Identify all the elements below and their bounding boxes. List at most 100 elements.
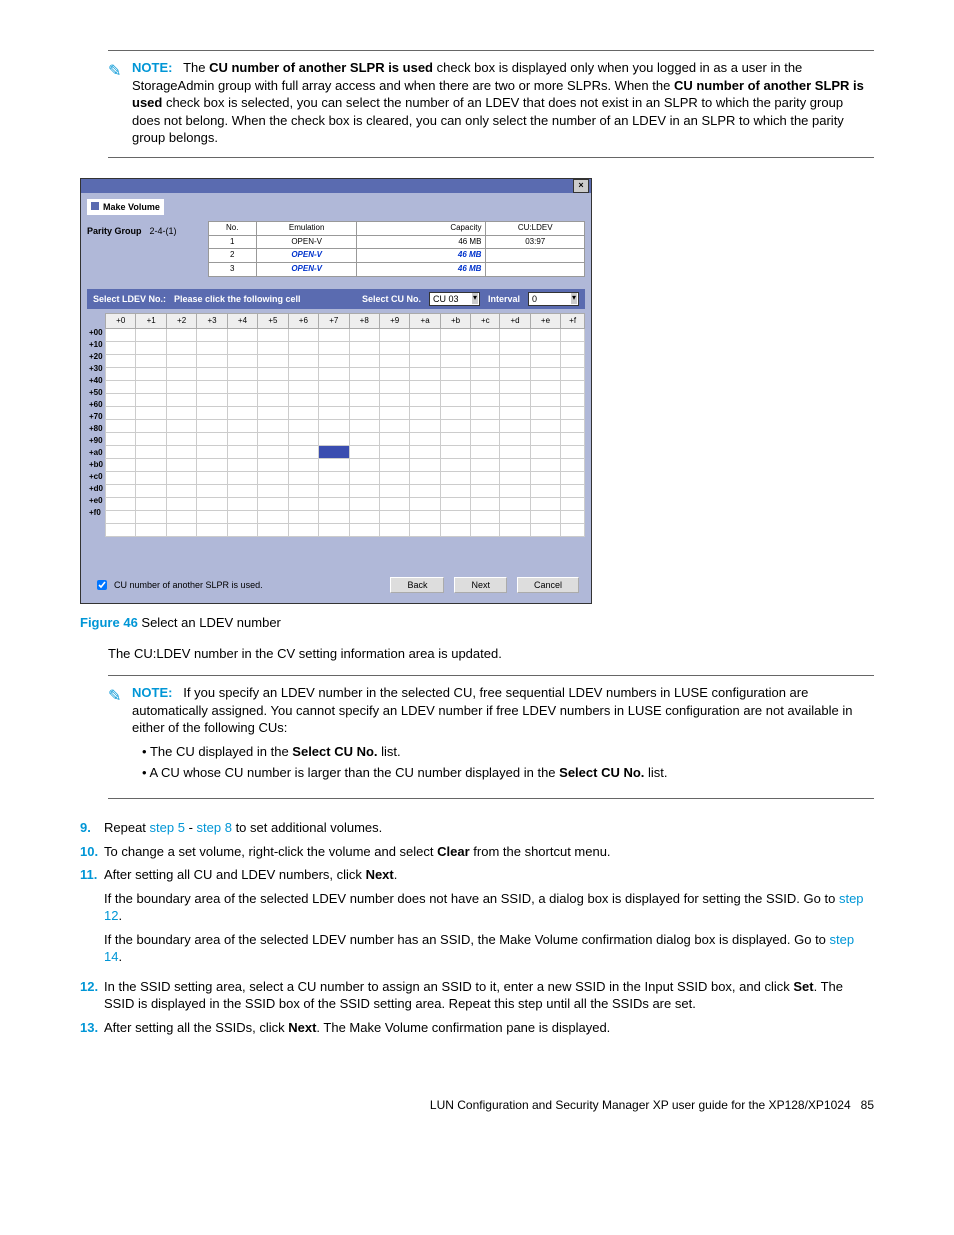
grid-cell[interactable] xyxy=(319,472,349,485)
grid-cell[interactable] xyxy=(227,498,257,511)
link-step-5[interactable]: step 5 xyxy=(150,820,185,835)
grid-cell[interactable] xyxy=(258,472,288,485)
grid-cell[interactable] xyxy=(197,420,227,433)
grid-cell[interactable] xyxy=(106,524,136,537)
grid-cell[interactable] xyxy=(258,511,288,524)
grid-cell[interactable] xyxy=(410,498,440,511)
grid-cell[interactable] xyxy=(106,511,136,524)
grid-cell[interactable] xyxy=(349,420,379,433)
grid-cell[interactable] xyxy=(440,407,470,420)
grid-cell[interactable] xyxy=(471,342,500,355)
grid-cell[interactable] xyxy=(500,498,530,511)
grid-cell[interactable] xyxy=(410,420,440,433)
grid-cell[interactable] xyxy=(379,355,409,368)
grid-cell[interactable] xyxy=(106,433,136,446)
grid-cell[interactable] xyxy=(440,459,470,472)
grid-cell[interactable] xyxy=(319,446,349,459)
grid-cell[interactable] xyxy=(227,368,257,381)
grid-cell[interactable] xyxy=(500,459,530,472)
grid-cell[interactable] xyxy=(410,342,440,355)
grid-cell[interactable] xyxy=(440,394,470,407)
grid-cell[interactable] xyxy=(288,472,318,485)
grid-cell[interactable] xyxy=(166,511,196,524)
grid-cell[interactable] xyxy=(410,511,440,524)
grid-cell[interactable] xyxy=(561,342,585,355)
grid-cell[interactable] xyxy=(288,433,318,446)
grid-cell[interactable] xyxy=(288,485,318,498)
grid-cell[interactable] xyxy=(197,407,227,420)
grid-cell[interactable] xyxy=(500,329,530,342)
grid-cell[interactable] xyxy=(319,342,349,355)
grid-cell[interactable] xyxy=(319,524,349,537)
grid-cell[interactable] xyxy=(561,368,585,381)
grid-cell[interactable] xyxy=(106,498,136,511)
grid-cell[interactable] xyxy=(410,368,440,381)
grid-cell[interactable] xyxy=(258,446,288,459)
grid-cell[interactable] xyxy=(530,368,560,381)
grid-cell[interactable] xyxy=(227,459,257,472)
grid-cell[interactable] xyxy=(561,394,585,407)
grid-cell[interactable] xyxy=(197,381,227,394)
grid-cell[interactable] xyxy=(197,459,227,472)
grid-cell[interactable] xyxy=(500,407,530,420)
grid-cell[interactable] xyxy=(530,381,560,394)
grid-cell[interactable] xyxy=(227,511,257,524)
grid-cell[interactable] xyxy=(319,511,349,524)
grid-cell[interactable] xyxy=(379,511,409,524)
grid-cell[interactable] xyxy=(530,511,560,524)
grid-cell[interactable] xyxy=(288,394,318,407)
grid-cell[interactable] xyxy=(106,407,136,420)
grid-cell[interactable] xyxy=(227,394,257,407)
grid-cell[interactable] xyxy=(471,394,500,407)
grid-cell[interactable] xyxy=(440,329,470,342)
grid-cell[interactable] xyxy=(379,459,409,472)
grid-cell[interactable] xyxy=(288,420,318,433)
grid-cell[interactable] xyxy=(136,407,166,420)
grid-cell[interactable] xyxy=(379,472,409,485)
grid-cell[interactable] xyxy=(379,420,409,433)
grid-cell[interactable] xyxy=(379,433,409,446)
interval-dropdown[interactable]: 0 xyxy=(528,292,579,306)
grid-cell[interactable] xyxy=(440,420,470,433)
grid-cell[interactable] xyxy=(227,524,257,537)
grid-cell[interactable] xyxy=(530,472,560,485)
grid-cell[interactable] xyxy=(136,355,166,368)
grid-cell[interactable] xyxy=(410,446,440,459)
grid-cell[interactable] xyxy=(410,472,440,485)
grid-cell[interactable] xyxy=(530,498,560,511)
grid-cell[interactable] xyxy=(166,394,196,407)
grid-cell[interactable] xyxy=(530,446,560,459)
grid-cell[interactable] xyxy=(530,485,560,498)
grid-cell[interactable] xyxy=(349,485,379,498)
grid-cell[interactable] xyxy=(561,459,585,472)
grid-cell[interactable] xyxy=(288,511,318,524)
grid-cell[interactable] xyxy=(561,485,585,498)
grid-cell[interactable] xyxy=(258,329,288,342)
grid-cell[interactable] xyxy=(166,381,196,394)
grid-cell[interactable] xyxy=(379,381,409,394)
grid-cell[interactable] xyxy=(319,381,349,394)
grid-cell[interactable] xyxy=(440,342,470,355)
grid-cell[interactable] xyxy=(197,485,227,498)
grid-cell[interactable] xyxy=(349,368,379,381)
grid-cell[interactable] xyxy=(379,407,409,420)
grid-cell[interactable] xyxy=(349,511,379,524)
grid-cell[interactable] xyxy=(106,485,136,498)
grid-cell[interactable] xyxy=(410,381,440,394)
grid-cell[interactable] xyxy=(288,524,318,537)
grid-cell[interactable] xyxy=(136,433,166,446)
grid-cell[interactable] xyxy=(288,381,318,394)
grid-cell[interactable] xyxy=(349,498,379,511)
cancel-button[interactable]: Cancel xyxy=(517,577,579,593)
grid-cell[interactable] xyxy=(166,420,196,433)
grid-cell[interactable] xyxy=(136,420,166,433)
grid-cell[interactable] xyxy=(288,446,318,459)
grid-cell[interactable] xyxy=(319,420,349,433)
grid-cell[interactable] xyxy=(500,342,530,355)
grid-cell[interactable] xyxy=(258,394,288,407)
next-button[interactable]: Next xyxy=(454,577,507,593)
grid-cell[interactable] xyxy=(410,433,440,446)
grid-cell[interactable] xyxy=(136,511,166,524)
grid-cell[interactable] xyxy=(319,498,349,511)
slpr-checkbox[interactable]: CU number of another SLPR is used. xyxy=(93,577,263,593)
